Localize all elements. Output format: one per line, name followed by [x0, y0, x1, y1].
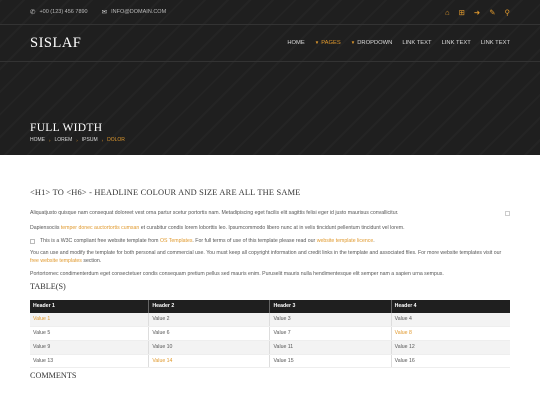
contact-email[interactable]: ✉ INFO@DOMAIN.COM [102, 8, 167, 16]
table-row: Value 5 Value 6 Value 7 Value 8 [30, 326, 510, 341]
paragraph-2-text-a: Dapiensociis [30, 224, 61, 231]
paragraph-4-text-b: section. [81, 258, 102, 265]
headline: <H1> TO <H6> - HEADLINE COLOUR AND SIZE … [30, 188, 301, 197]
table-cell: Value 9 [30, 340, 150, 355]
paragraph-2-text-b: et curabitur condis lorem loborttis leo.… [139, 224, 405, 231]
edit-icon[interactable]: ✎ [489, 8, 495, 17]
table-cell: Value 2 [148, 312, 271, 328]
table-header-row: Header 1 Header 2 Header 3 Header 4 [30, 299, 510, 313]
table-cell: Value 13 [30, 354, 150, 369]
table-cell-link[interactable]: Value 14 [148, 354, 271, 369]
image-placeholder-icon [30, 238, 35, 244]
envelope-icon: ✉ [101, 9, 108, 16]
phone-icon: ✆ [30, 9, 36, 16]
table-cell: Value 10 [148, 340, 271, 355]
tables-heading: TABLE(S) [30, 281, 66, 291]
os-templates-link[interactable]: OS Templates [160, 238, 192, 244]
login-icon[interactable]: ➜ [474, 8, 480, 17]
table-header: Header 4 [391, 299, 510, 313]
table-row: Value 1 Value 2 Value 3 Value 4 [30, 312, 510, 328]
site-logo[interactable]: SISLAF [30, 35, 81, 52]
image-placeholder-icon [505, 211, 510, 216]
contact-phone: ✆ +00 (123) 456 7890 [30, 8, 88, 16]
free-templates-link[interactable]: free website templates [30, 258, 82, 264]
table-header: Header 1 [30, 299, 150, 313]
licence-link[interactable]: website template licence [317, 238, 374, 244]
caret-down-icon: ▼ [350, 40, 356, 45]
nav-dropdown[interactable]: ▼ DROPDOWN [351, 40, 393, 46]
breadcrumb-lorem[interactable]: LOREM [55, 137, 73, 143]
paragraph-1: Aliquatjusto quisque nam consequat dolor… [30, 210, 510, 218]
table-cell: Value 7 [269, 326, 392, 341]
paragraph-2: Dapiensociis temper donec auctortortis c… [30, 225, 510, 233]
paragraph-3-text-a: This is a W3C compliant free website tem… [40, 237, 160, 244]
table-cell: Value 12 [391, 340, 510, 355]
nav-home[interactable]: HOME [287, 40, 304, 46]
social-icons: ⌂ ⊞ ➜ ✎ ⚲ [445, 8, 510, 17]
comments-heading: COMMENTS [30, 371, 77, 381]
page-title: FULL WIDTH [30, 122, 103, 134]
main-nav: HOME ▼ PAGES ▼ DROPDOWN LINK TEXT LINK TEX… [287, 40, 510, 46]
phone-number: +00 (123) 456 7890 [39, 9, 88, 15]
paragraph-3-text-b: . For full terms of use of this template… [192, 237, 317, 244]
paragraph-4-text-a: You can use and modify the template for … [30, 250, 502, 257]
table-cell-link[interactable]: Value 8 [391, 326, 510, 341]
table-cell-link[interactable]: Value 1 [30, 312, 150, 328]
table-cell: Value 15 [269, 354, 392, 369]
site-header: SISLAF HOME ▼ PAGES ▼ DROPDOWN LINK TEXT L… [0, 25, 540, 62]
breadcrumb-ipsum[interactable]: IPSUM [82, 137, 98, 143]
nav-pages-label: PAGES [321, 40, 341, 46]
hero-banner: ✆ +00 (123) 456 7890 ✉ INFO@DOMAIN.COM ⌂… [0, 0, 540, 155]
data-table: Header 1 Header 2 Header 3 Header 4 Valu… [30, 299, 510, 369]
sitemap-icon[interactable]: ⊞ [459, 8, 465, 17]
table-header: Header 2 [148, 299, 271, 313]
home-icon[interactable]: ⌂ [445, 8, 450, 17]
top-bar: ✆ +00 (123) 456 7890 ✉ INFO@DOMAIN.COM ⌂… [0, 0, 540, 25]
table-cell: Value 5 [30, 326, 150, 341]
paragraph-2-link[interactable]: temper donec auctortortis cumsan [61, 225, 139, 231]
email-address[interactable]: INFO@DOMAIN.COM [111, 9, 166, 15]
paragraph-3: This is a W3C compliant free website tem… [30, 238, 510, 246]
table-cell: Value 16 [391, 354, 510, 369]
paragraph-4: You can use and modify the template for … [30, 250, 510, 266]
caret-down-icon: ▼ [314, 40, 320, 45]
table-cell: Value 6 [148, 326, 271, 341]
table-row: Value 9 Value 10 Value 11 Value 12 [30, 340, 510, 355]
paragraph-1-text: Aliquatjusto quisque nam consequat dolor… [30, 210, 399, 216]
chevron-right-icon: › [101, 137, 104, 143]
table-cell: Value 4 [391, 312, 510, 328]
nav-link-1[interactable]: LINK TEXT [402, 40, 431, 46]
nav-link-2[interactable]: LINK TEXT [442, 40, 471, 46]
table-row: Value 13 Value 14 Value 15 Value 16 [30, 354, 510, 369]
paragraph-3-text-c: . [373, 237, 375, 244]
nav-dropdown-label: DROPDOWN [357, 40, 393, 46]
paragraph-5: Portortornec condimenterdum eget consect… [30, 270, 444, 277]
breadcrumb-home[interactable]: HOME [30, 137, 45, 143]
search-icon[interactable]: ⚲ [505, 8, 511, 17]
chevron-right-icon: › [76, 137, 78, 143]
breadcrumb: HOME › LOREM › IPSUM › DOLOR [30, 137, 125, 143]
table-cell: Value 3 [269, 312, 392, 328]
nav-pages[interactable]: ▼ PAGES [315, 40, 341, 46]
main-content: <H1> TO <H6> - HEADLINE COLOUR AND SIZE … [30, 155, 510, 380]
nav-link-3[interactable]: LINK TEXT [481, 40, 510, 46]
table-header: Header 3 [269, 299, 392, 313]
table-cell: Value 11 [269, 340, 392, 355]
breadcrumb-current: DOLOR [107, 137, 125, 143]
chevron-right-icon: › [49, 137, 51, 143]
